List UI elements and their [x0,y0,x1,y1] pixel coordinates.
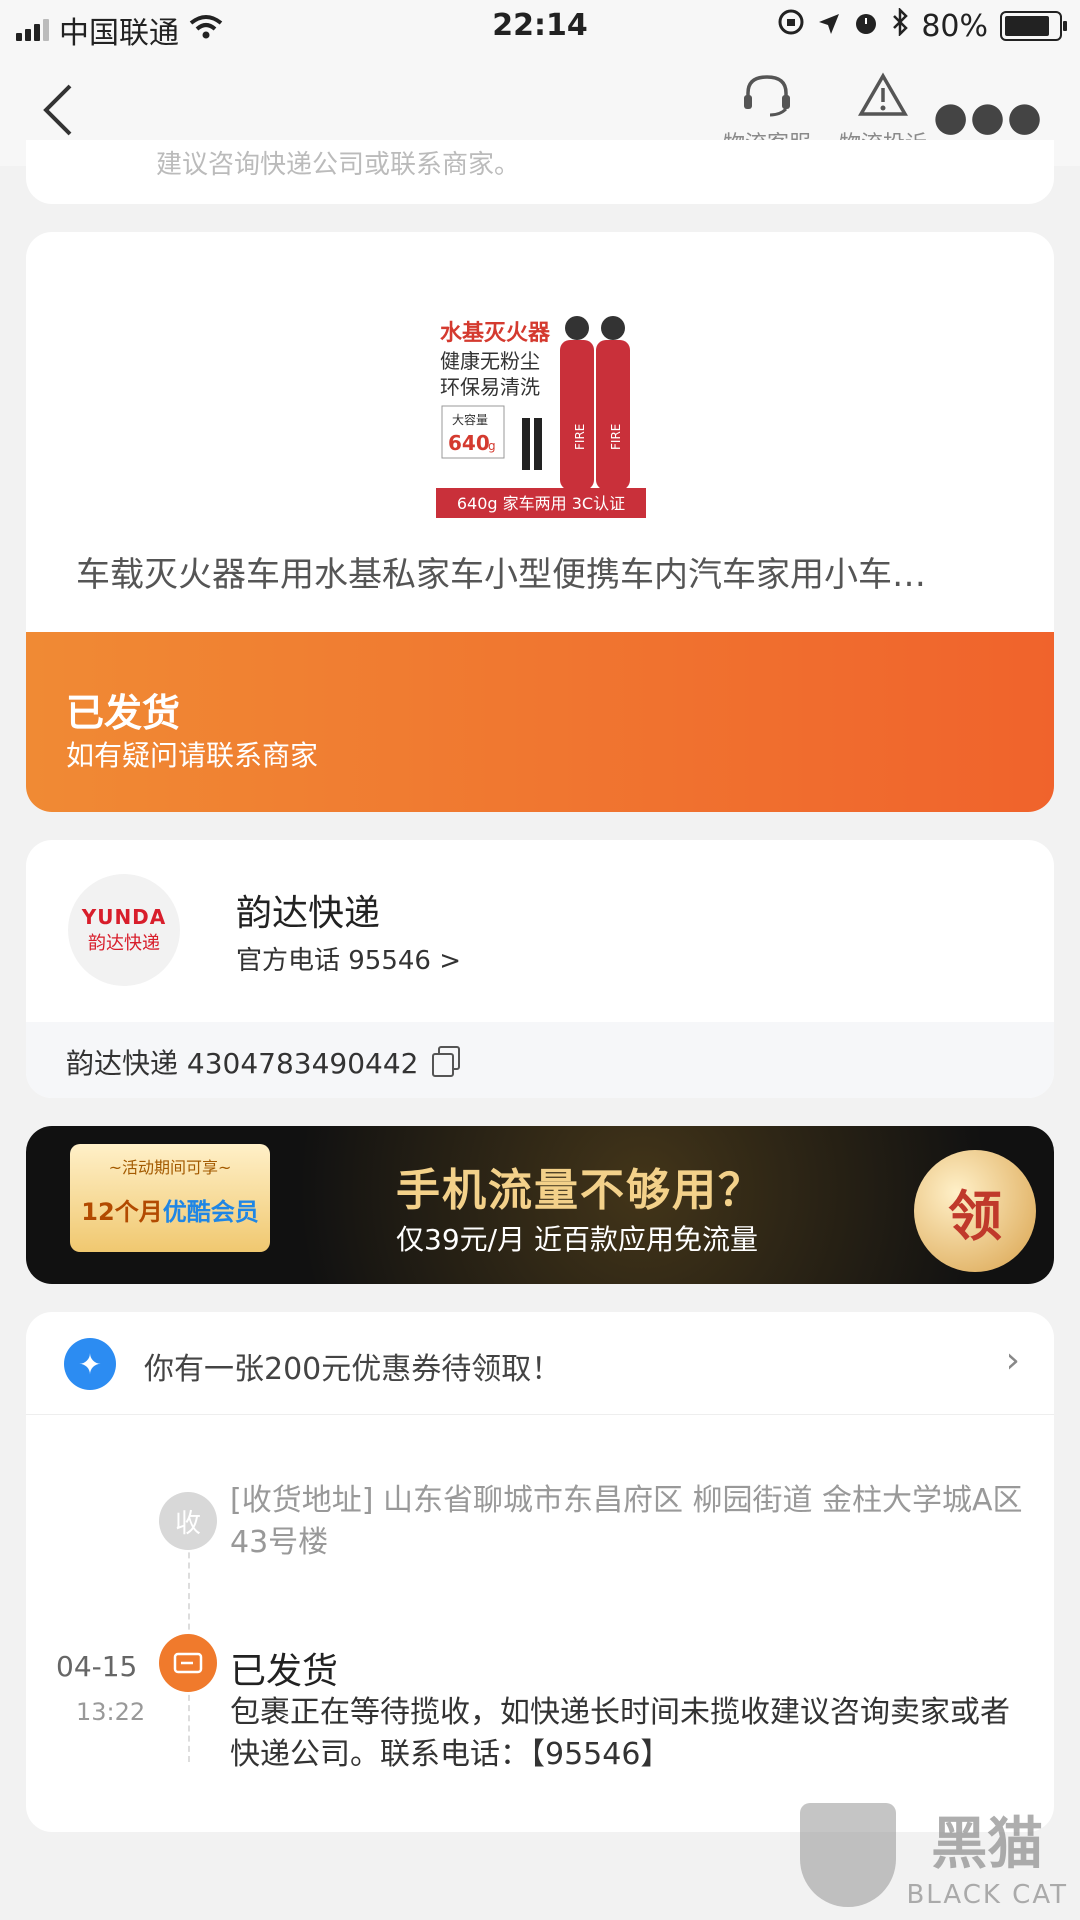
courier-logo-cn: 韵达快递 [88,933,160,954]
black-cat-logo-icon [800,1802,897,1907]
watermark: 黑猫 BLACK CAT [800,1799,1068,1910]
promo-badge-top: ~活动期间可享~ [108,1158,232,1177]
status-title: 已发货 [66,691,181,735]
status-bar: 中国联通 22:14 80% [0,0,1080,54]
battery-icon [1000,11,1067,41]
address-dot: 收 [159,1492,217,1550]
chevron-right-icon: › [1005,1340,1020,1381]
img-weight: 640 [448,431,490,455]
more-button[interactable]: ●●● [933,94,1044,140]
promo-claim-button[interactable]: 领 [914,1150,1036,1272]
logistics-detail-card: ✦ 你有一张200元优惠券待领取！ › 收 [收货地址] 山东省聊城市东昌府区 … [26,1312,1054,1832]
event-time: 13:22 [76,1698,146,1726]
shipping-status-banner: 已发货 如有疑问请联系商家 [26,632,1054,812]
promo-badge-vip: 优酷会员 [162,1198,259,1226]
coupon-row[interactable]: ✦ 你有一张200元优惠券待领取！ › [26,1312,1054,1415]
img-unit: g [488,439,496,453]
courier-logo: YUNDA 韵达快递 [68,874,180,986]
rotation-lock-icon [777,8,805,44]
img-text-l3: 环保易清洗 [440,375,540,399]
img-banner: 640g 家车两用 3C认证 [457,494,625,513]
bird-icon: ✦ [64,1338,116,1390]
courier-name: 韵达快递 [236,893,381,934]
promo-badge-main: 12个月优酷会员 [70,1192,270,1227]
back-button[interactable] [40,82,76,148]
promo-badge: ~活动期间可享~ 12个月优酷会员 [70,1144,270,1252]
tracking-number-row: 韵达快递 4304783490442 [26,1022,1054,1098]
coupon-text: 你有一张200元优惠券待领取！ [144,1352,562,1387]
img-text-l1: 水基灭火器 [440,321,551,346]
promo-subline: 仅39元/月 近百款应用免流量 [396,1223,758,1256]
copy-icon[interactable] [432,1046,460,1077]
img-cap: 大容量 [452,412,488,427]
shipped-dot-icon [159,1634,217,1692]
product-title[interactable]: 车载灭火器车用水基私家车小型便携车内汽车家用小车… [76,547,1036,596]
courier-logo-en: YUNDA [81,905,167,929]
location-icon [817,9,841,44]
img-fire-1: FIRE [573,424,587,450]
event-date: 04-15 [56,1650,138,1683]
promo-badge-months: 12个月 [81,1198,163,1226]
bluetooth-icon [891,6,909,44]
alarm-icon [853,9,879,44]
watermark-cn: 黑猫 [931,1812,1044,1877]
event-description: 包裹正在等待揽收，如快递长时间未揽收建议咨询卖家或者快递公司。联系电话：【955… [230,1695,1010,1772]
product-image[interactable]: 水基灭火器 健康无粉尘 环保易清洗 大容量 640 g FIRE FIRE 64… [436,310,646,518]
img-fire-2: FIRE [609,424,623,450]
more-dots-icon: ●●● [933,94,1044,140]
watermark-en: BLACK CAT [906,1880,1068,1910]
img-text-l2: 健康无粉尘 [440,349,540,373]
top-hint-card: 建议咨询快递公司或联系商家。 [26,140,1054,204]
status-right: 80% [777,6,1067,44]
product-card[interactable]: 水基灭火器 健康无粉尘 环保易清洗 大容量 640 g FIRE FIRE 64… [26,232,1054,812]
tracking-number: 韵达快递 4304783490442 [66,1047,419,1080]
courier-phone-link[interactable]: 官方电话 95546 > [236,940,461,977]
battery-percent: 80% [921,8,988,44]
delivery-address: [收货地址] 山东省聊城市东昌府区 柳园街道 金柱大学城A区43号楼 [230,1483,1023,1560]
headset-icon [712,64,822,126]
warning-icon [828,64,938,126]
courier-card: YUNDA 韵达快递 韵达快递 官方电话 95546 > 韵达快递 430478… [26,840,1054,1098]
top-hint-text: 建议咨询快递公司或联系商家。 [156,150,521,180]
promo-banner[interactable]: ~活动期间可享~ 12个月优酷会员 手机流量不够用？ 仅39元/月 近百款应用免… [26,1126,1054,1284]
chevron-left-icon [43,84,72,136]
event-title: 已发货 [230,1651,339,1692]
status-subtitle: 如有疑问请联系商家 [66,739,319,772]
promo-headline: 手机流量不够用？ [396,1165,764,1216]
